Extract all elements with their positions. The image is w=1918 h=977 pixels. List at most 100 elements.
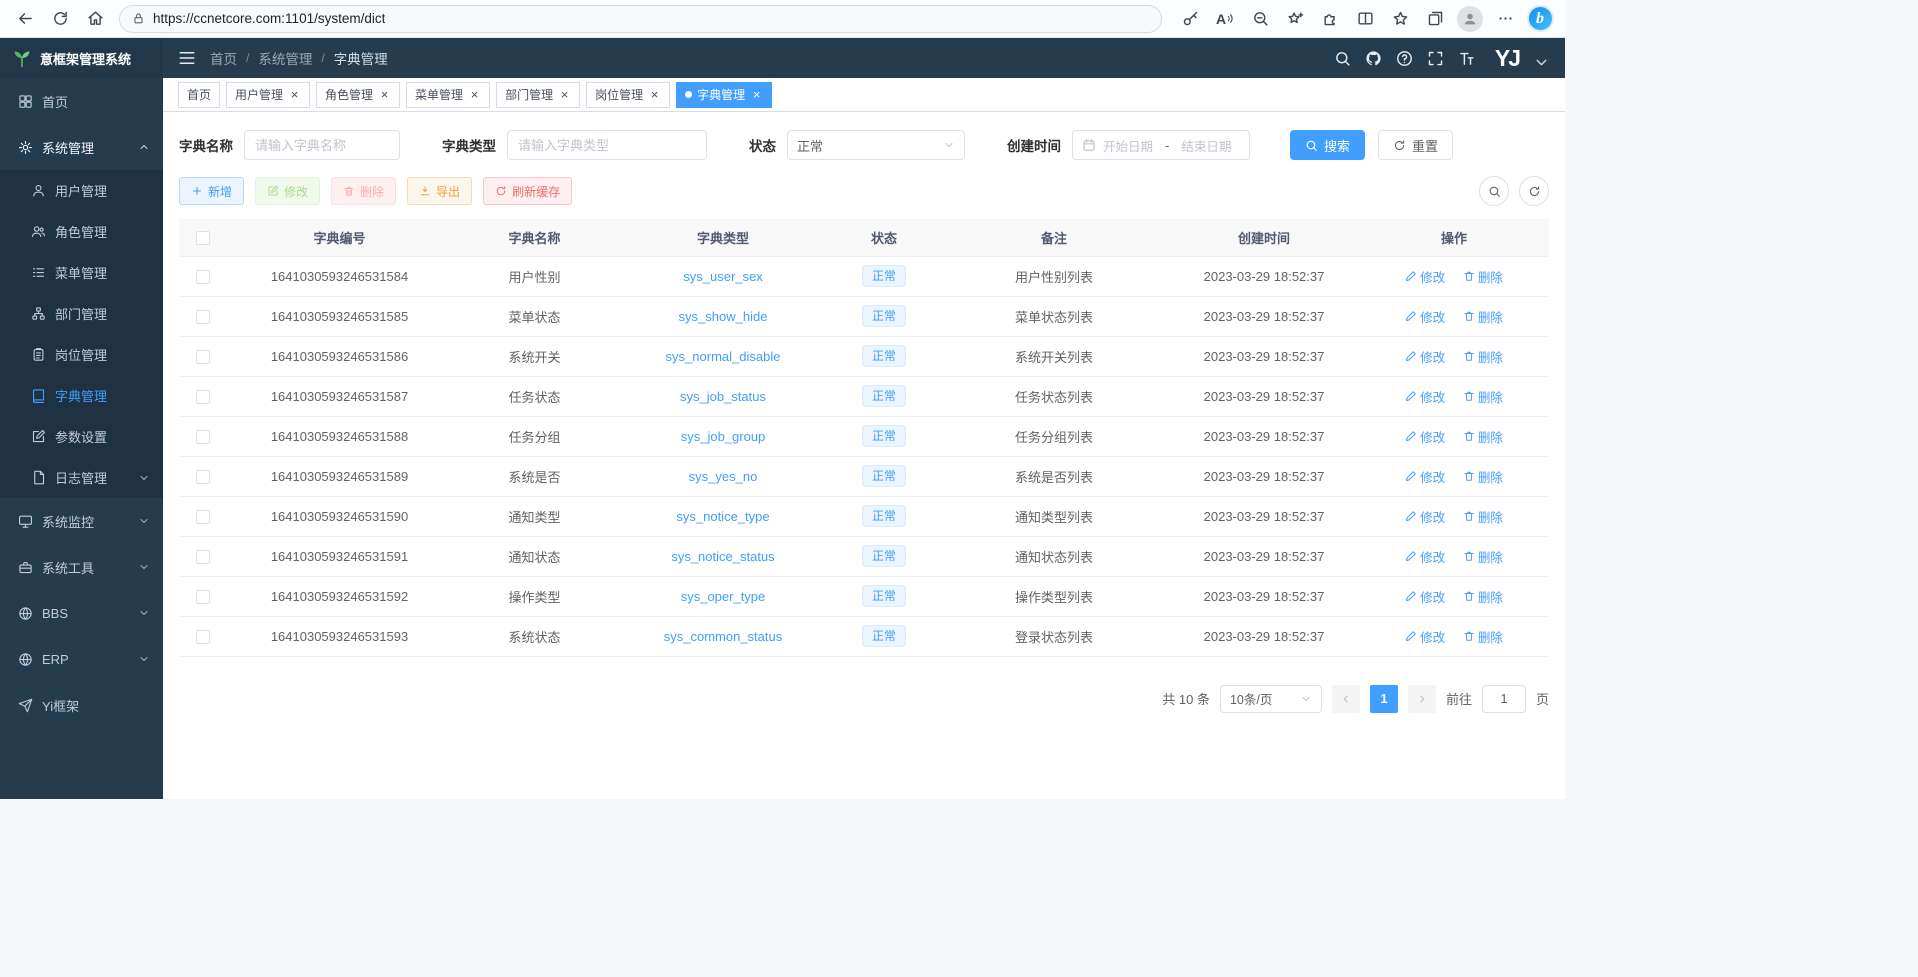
row-checkbox[interactable]	[196, 270, 210, 284]
row-delete-button[interactable]: 删除	[1463, 507, 1503, 526]
refresh-cache-button[interactable]: 刷新缓存	[483, 177, 572, 205]
sidebar-item-dict-management[interactable]: 字典管理	[0, 375, 163, 416]
delete-button[interactable]: 删除	[331, 177, 396, 205]
tab-post-management[interactable]: 岗位管理×	[586, 82, 670, 108]
address-bar[interactable]: https://ccnetcore.com:1101/system/dict	[119, 5, 1162, 33]
row-edit-button[interactable]: 修改	[1405, 547, 1445, 566]
row-edit-button[interactable]: 修改	[1405, 267, 1445, 286]
sidebar-item-home[interactable]: 首页	[0, 78, 163, 124]
close-icon[interactable]: ×	[468, 88, 481, 101]
dict-type-input[interactable]	[507, 130, 707, 160]
extensions-icon[interactable]	[1313, 2, 1347, 36]
sidebar-item-yi-framework[interactable]: Yi框架	[0, 682, 163, 728]
add-button[interactable]: 新增	[179, 177, 244, 205]
breadcrumb-system[interactable]: 系统管理	[258, 48, 312, 68]
collections-icon[interactable]	[1418, 2, 1452, 36]
row-edit-button[interactable]: 修改	[1405, 467, 1445, 486]
row-edit-button[interactable]: 修改	[1405, 627, 1445, 646]
more-icon[interactable]	[1488, 2, 1522, 36]
sidebar-item-system-tools[interactable]: 系统工具	[0, 544, 163, 590]
zoom-out-icon[interactable]	[1243, 2, 1277, 36]
sidebar-item-param-settings[interactable]: 参数设置	[0, 416, 163, 457]
browser-refresh-button[interactable]	[43, 2, 77, 36]
sidebar-item-system-management[interactable]: 系统管理	[0, 124, 163, 170]
app-logo[interactable]: 意框架管理系统	[0, 38, 163, 78]
dict-type-link[interactable]: sys_common_status	[664, 629, 783, 644]
bing-icon[interactable]: b	[1523, 2, 1557, 36]
next-page-button[interactable]	[1408, 685, 1436, 713]
row-edit-button[interactable]: 修改	[1405, 387, 1445, 406]
back-button[interactable]	[8, 2, 42, 36]
row-checkbox[interactable]	[196, 310, 210, 324]
status-select[interactable]: 正常	[787, 130, 965, 160]
sidebar-item-post-management[interactable]: 岗位管理	[0, 334, 163, 375]
date-range-picker[interactable]: 开始日期 - 结束日期	[1072, 130, 1250, 160]
row-edit-button[interactable]: 修改	[1405, 507, 1445, 526]
close-icon[interactable]: ×	[648, 88, 661, 101]
row-checkbox[interactable]	[196, 550, 210, 564]
row-delete-button[interactable]: 删除	[1463, 347, 1503, 366]
tab-dict-management[interactable]: 字典管理×	[676, 82, 772, 108]
edit-button[interactable]: 修改	[255, 177, 320, 205]
row-delete-button[interactable]: 删除	[1463, 427, 1503, 446]
sidebar-item-system-monitor[interactable]: 系统监控	[0, 498, 163, 544]
split-screen-icon[interactable]	[1348, 2, 1382, 36]
row-delete-button[interactable]: 删除	[1463, 467, 1503, 486]
sidebar-item-dept-management[interactable]: 部门管理	[0, 293, 163, 334]
favorite-add-icon[interactable]	[1278, 2, 1312, 36]
row-checkbox[interactable]	[196, 390, 210, 404]
dict-type-link[interactable]: sys_notice_status	[671, 549, 774, 564]
sidebar-item-user-management[interactable]: 用户管理	[0, 170, 163, 211]
search-button[interactable]: 搜索	[1290, 130, 1365, 160]
dict-type-link[interactable]: sys_notice_type	[676, 509, 769, 524]
select-all-checkbox[interactable]	[196, 231, 210, 245]
favorites-icon[interactable]	[1383, 2, 1417, 36]
github-icon[interactable]	[1365, 50, 1382, 67]
prev-page-button[interactable]	[1332, 685, 1360, 713]
reset-button[interactable]: 重置	[1378, 130, 1453, 160]
close-icon[interactable]: ×	[750, 88, 763, 101]
dict-type-link[interactable]: sys_user_sex	[683, 269, 762, 284]
close-icon[interactable]: ×	[558, 88, 571, 101]
question-icon[interactable]	[1396, 50, 1413, 67]
tab-menu-management[interactable]: 菜单管理×	[406, 82, 490, 108]
page-number-button[interactable]: 1	[1370, 685, 1398, 713]
font-size-icon[interactable]	[1458, 50, 1475, 67]
export-button[interactable]: 导出	[407, 177, 472, 205]
dict-type-link[interactable]: sys_show_hide	[679, 309, 768, 324]
row-checkbox[interactable]	[196, 350, 210, 364]
yj-logo[interactable]: YJ	[1495, 47, 1519, 70]
dict-type-link[interactable]: sys_yes_no	[689, 469, 758, 484]
home-button[interactable]	[78, 2, 112, 36]
sidebar-item-erp[interactable]: ERP	[0, 636, 163, 682]
goto-page-input[interactable]	[1482, 685, 1526, 713]
close-icon[interactable]: ×	[378, 88, 391, 101]
row-checkbox[interactable]	[196, 470, 210, 484]
refresh-table-button[interactable]	[1519, 176, 1549, 206]
fullscreen-icon[interactable]	[1427, 50, 1444, 67]
tab-role-management[interactable]: 角色管理×	[316, 82, 400, 108]
row-delete-button[interactable]: 删除	[1463, 267, 1503, 286]
row-delete-button[interactable]: 删除	[1463, 307, 1503, 326]
tab-user-management[interactable]: 用户管理×	[226, 82, 310, 108]
read-aloud-icon[interactable]: A	[1208, 2, 1242, 36]
dict-type-link[interactable]: sys_job_status	[680, 389, 766, 404]
sidebar-item-log-management[interactable]: 日志管理	[0, 457, 163, 498]
dict-type-link[interactable]: sys_normal_disable	[666, 349, 781, 364]
breadcrumb-home[interactable]: 首页	[210, 48, 237, 68]
row-checkbox[interactable]	[196, 590, 210, 604]
row-edit-button[interactable]: 修改	[1405, 347, 1445, 366]
key-icon[interactable]	[1173, 2, 1207, 36]
row-delete-button[interactable]: 删除	[1463, 627, 1503, 646]
row-checkbox[interactable]	[196, 630, 210, 644]
dict-name-input[interactable]	[244, 130, 400, 160]
tab-dept-management[interactable]: 部门管理×	[496, 82, 580, 108]
search-icon[interactable]	[1334, 50, 1351, 67]
tab-home[interactable]: 首页	[178, 82, 220, 108]
row-delete-button[interactable]: 删除	[1463, 587, 1503, 606]
dict-type-link[interactable]: sys_oper_type	[681, 589, 766, 604]
sidebar-item-bbs[interactable]: BBS	[0, 590, 163, 636]
dict-type-link[interactable]: sys_job_group	[681, 429, 766, 444]
row-delete-button[interactable]: 删除	[1463, 547, 1503, 566]
hamburger-icon[interactable]	[178, 49, 196, 67]
